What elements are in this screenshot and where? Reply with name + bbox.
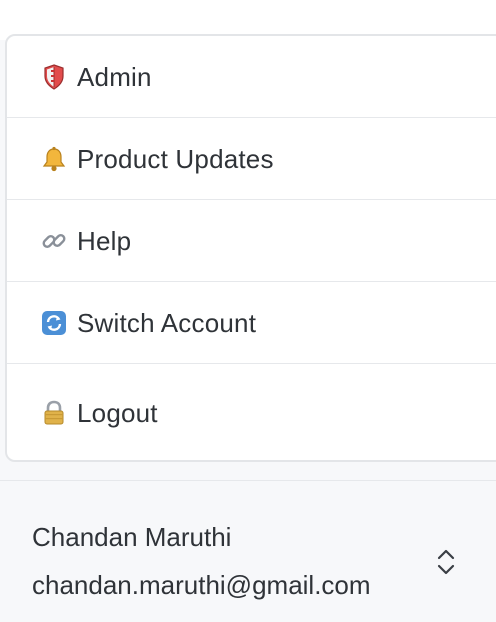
menu-item-label: Switch Account xyxy=(77,307,257,338)
user-menu: Admin Product Updates Help Switch Accoun… xyxy=(5,34,496,462)
menu-item-label: Product Updates xyxy=(77,143,274,174)
link-icon xyxy=(40,227,68,255)
chevron-up-down-icon[interactable] xyxy=(434,547,458,577)
menu-item-switch-account[interactable]: Switch Account xyxy=(7,282,496,364)
menu-item-label: Admin xyxy=(77,61,152,92)
refresh-icon xyxy=(40,309,68,337)
bell-icon xyxy=(40,145,68,173)
menu-item-admin[interactable]: Admin xyxy=(7,36,496,118)
shield-icon xyxy=(40,63,68,91)
account-switcher[interactable]: Chandan Maruthi chandan.maruthi@gmail.co… xyxy=(0,481,496,622)
menu-item-label: Help xyxy=(77,225,132,256)
menu-item-product-updates[interactable]: Product Updates xyxy=(7,118,496,200)
menu-item-label: Logout xyxy=(77,398,158,428)
menu-item-help[interactable]: Help xyxy=(7,200,496,282)
lock-icon xyxy=(40,399,68,427)
account-email: chandan.maruthi@gmail.com xyxy=(32,570,371,600)
menu-item-logout[interactable]: Logout xyxy=(7,364,496,460)
account-name: Chandan Maruthi xyxy=(32,522,232,552)
